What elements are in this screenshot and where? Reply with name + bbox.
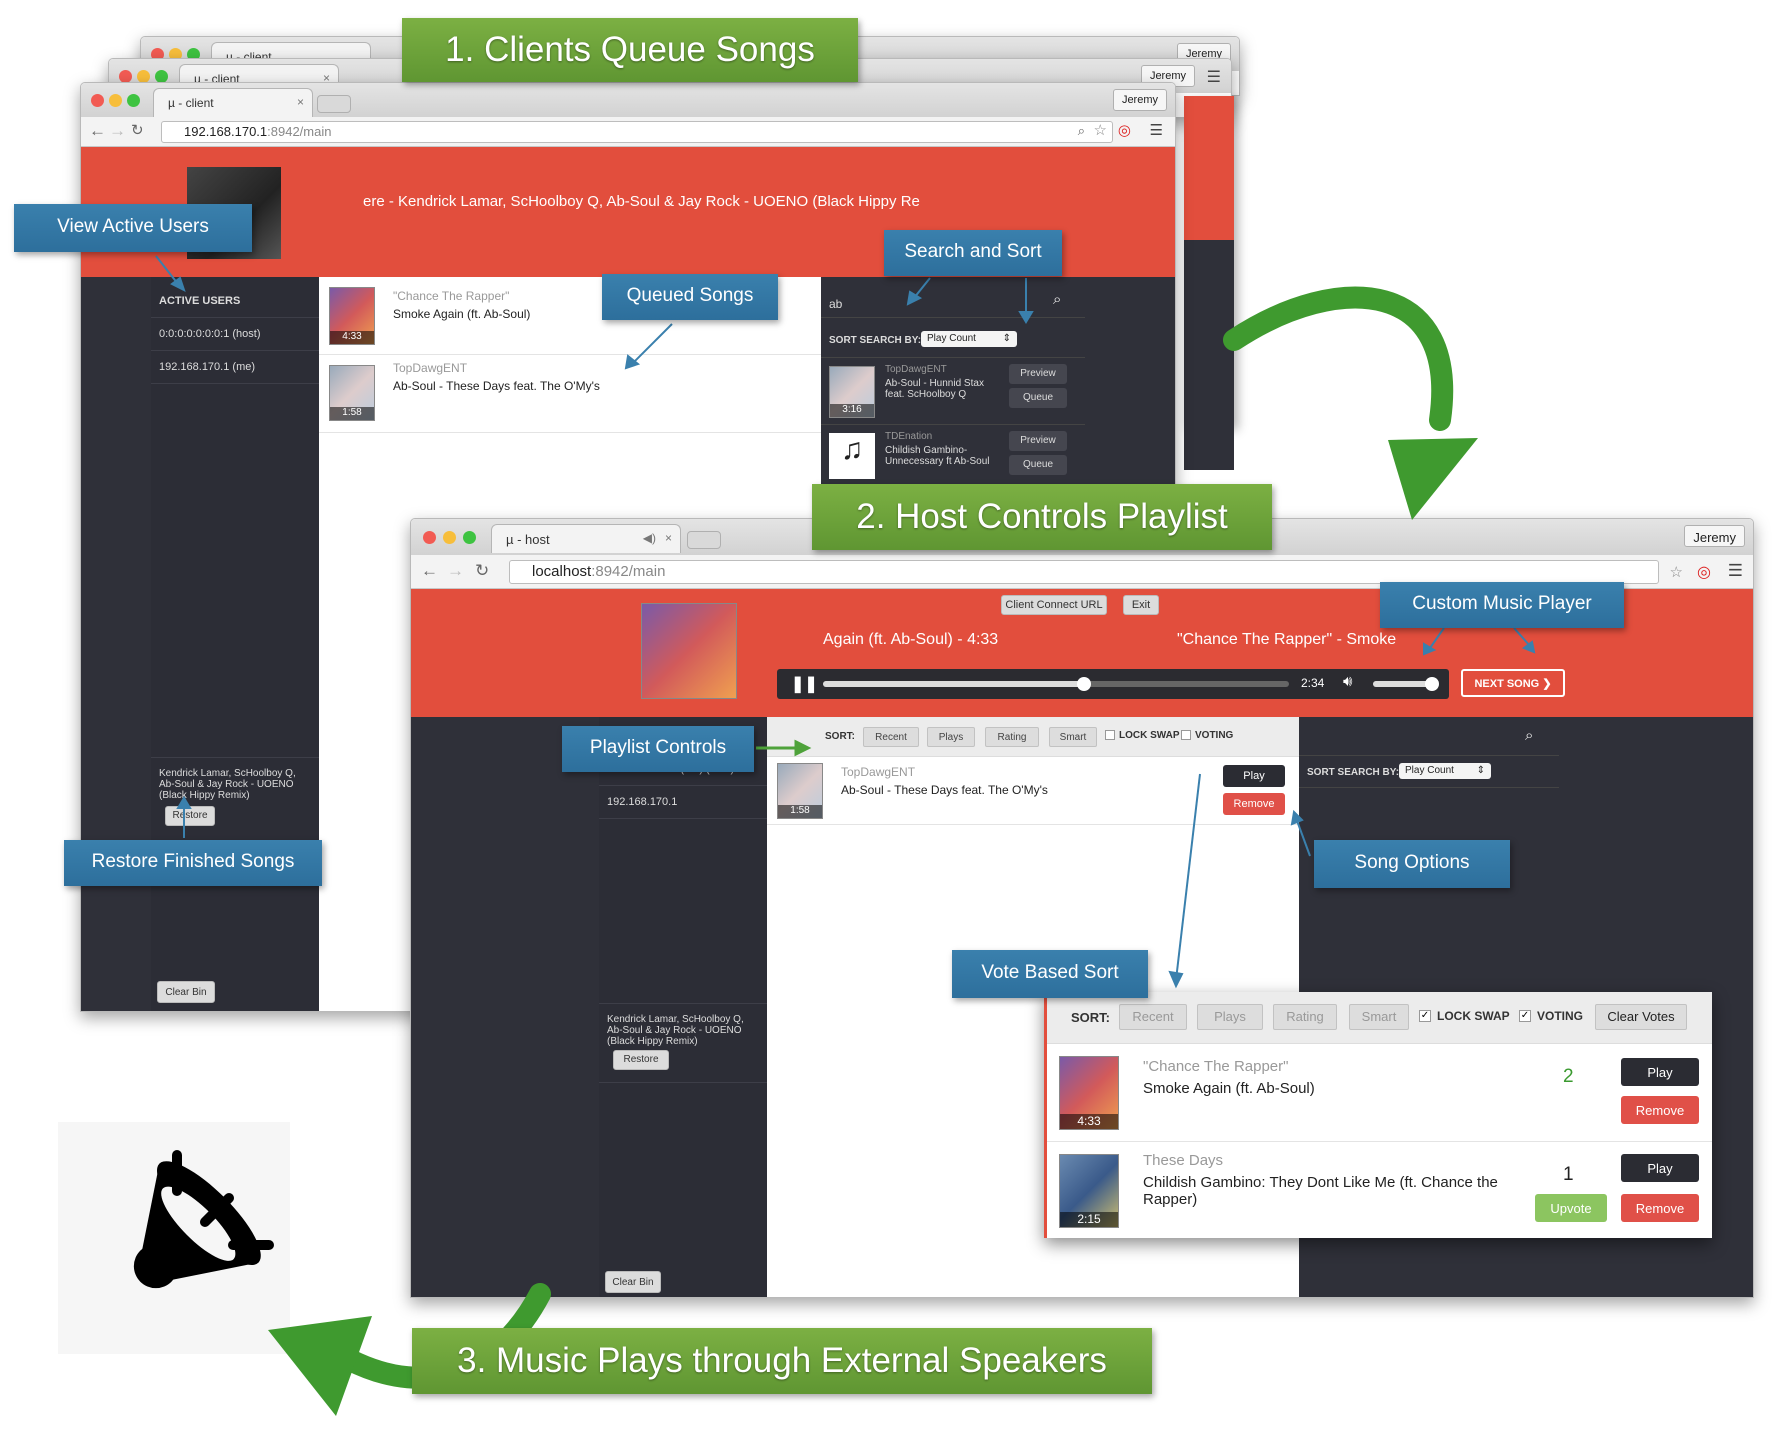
restore-finished-callout: Restore Finished Songs bbox=[64, 840, 322, 886]
vote-based-sort-callout: Vote Based Sort bbox=[952, 950, 1148, 998]
view-active-users-callout: View Active Users bbox=[14, 204, 252, 252]
custom-music-player-callout: Custom Music Player bbox=[1380, 582, 1624, 628]
song-options-callout: Song Options bbox=[1314, 840, 1510, 888]
step-3-banner: 3. Music Plays through External Speakers bbox=[412, 1328, 1152, 1394]
flow-arrows bbox=[155, 255, 1536, 1416]
step-1-banner: 1. Clients Queue Songs bbox=[402, 18, 858, 82]
playlist-controls-callout: Playlist Controls bbox=[562, 726, 754, 772]
step-2-banner: 2. Host Controls Playlist bbox=[812, 484, 1272, 550]
search-sort-callout: Search and Sort bbox=[884, 230, 1062, 276]
queued-songs-callout: Queued Songs bbox=[602, 274, 778, 320]
